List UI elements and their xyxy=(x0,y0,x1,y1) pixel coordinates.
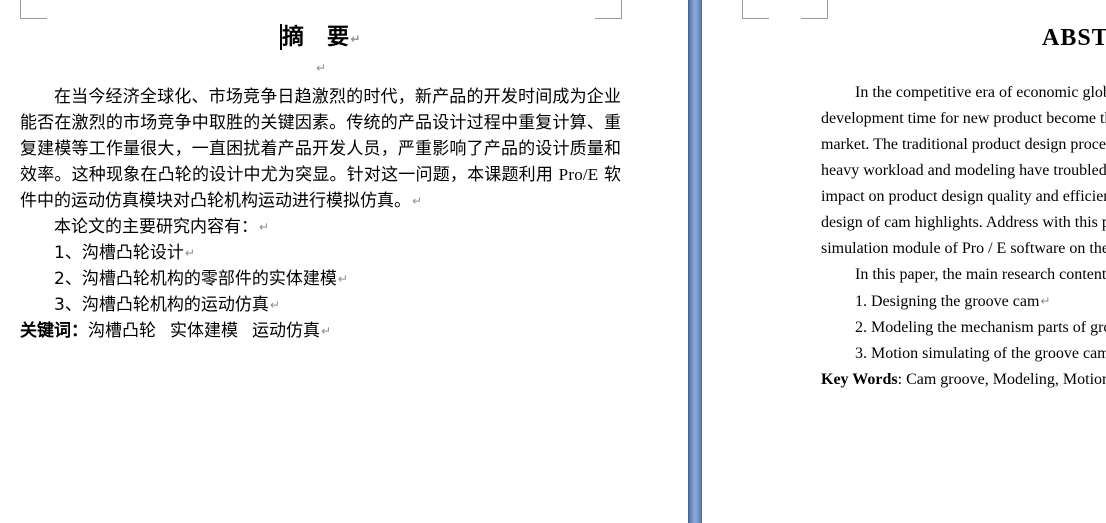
page-chinese-abstract[interactable]: 摘 要↵ ↵ 在当今经济全球化、市场竞争日趋激烈的时代，新产品的开发时间成为企业… xyxy=(0,0,688,523)
english-page-title: ABSTRACT xyxy=(1042,25,1106,51)
english-paragraph-line-5: impact on product design quality and eff… xyxy=(821,188,1106,205)
chinese-keyword-1: 沟槽凸轮 xyxy=(88,321,156,342)
paragraph-mark-icon: ↵ xyxy=(321,324,332,339)
paragraph-mark-icon: ↵ xyxy=(259,220,270,235)
chinese-paragraph-1-part-a: 在当今经济全球化、市场竞争日趋激烈的时代，新产品的开发时间成为企业能否在激烈的市… xyxy=(20,87,621,186)
english-list-item-1-text: 1. Designing the groove cam xyxy=(855,293,1040,310)
english-intro-line: In this paper, the main research content… xyxy=(855,266,1106,283)
chinese-title-text: 摘 要 xyxy=(281,25,350,50)
english-list-item-3: 3. Motion simulating of the groove cam m… xyxy=(855,345,1106,362)
chinese-keyword-2: 实体建模 xyxy=(170,321,238,342)
english-keywords-label: Key Words xyxy=(821,371,898,388)
english-paragraph-line-6: design of cam highlights. Address with t… xyxy=(821,214,1106,231)
english-paragraph-line-2: development time for new product become … xyxy=(821,110,1106,127)
paragraph-mark-icon: ↵ xyxy=(184,246,195,261)
paragraph-mark-icon: ↵ xyxy=(337,272,348,287)
chinese-list-item-2: 2、沟槽凸轮机构的零部件的实体建模↵ xyxy=(20,266,621,292)
paragraph-mark-icon: ↵ xyxy=(269,298,280,313)
chinese-keyword-3: 运动仿真 xyxy=(252,321,320,342)
english-list-item-1: 1. Designing the groove cam↵ xyxy=(821,288,1106,315)
paragraph-mark-icon: ↵ xyxy=(350,32,362,46)
chinese-list-item-1-text: 1、沟槽凸轮设计 xyxy=(54,243,184,264)
english-paragraph-line-4: heavy workload and modeling have trouble… xyxy=(821,162,1106,179)
paragraph-mark-icon: ↵ xyxy=(1040,294,1051,308)
chinese-paragraph-1-latin-term: Pro/E xyxy=(558,165,599,185)
document-viewport[interactable]: 摘 要↵ ↵ 在当今经济全球化、市场竞争日趋激烈的时代，新产品的开发时间成为企业… xyxy=(0,0,1106,523)
chinese-list-item-3-text: 3、沟槽凸轮机构的运动仿真 xyxy=(54,295,269,316)
chinese-intro-line: 本论文的主要研究内容有：↵ xyxy=(20,214,621,240)
english-paragraph-line-1: In the competitive era of economic globa… xyxy=(855,84,1106,101)
chinese-page-title: 摘 要↵ xyxy=(20,24,621,51)
english-keywords-text: Cam groove, Modeling, Motion simulation xyxy=(906,371,1106,388)
chinese-abstract-body[interactable]: 摘 要↵ ↵ 在当今经济全球化、市场竞争日趋激烈的时代，新产品的开发时间成为企业… xyxy=(20,0,621,344)
chinese-keywords-line: 关键词：沟槽凸轮 实体建模 运动仿真↵ xyxy=(20,318,621,344)
english-paragraph-line-7: simulation module of Pro / E software on… xyxy=(821,240,1106,257)
paragraph-mark-icon: ↵ xyxy=(315,61,327,76)
paragraph-mark-icon: ↵ xyxy=(412,194,423,209)
english-abstract-body[interactable]: ABSTRACT In the competitive era of econo… xyxy=(702,0,1106,388)
chinese-keywords-label: 关键词： xyxy=(20,321,88,342)
english-keywords-separator: : xyxy=(897,371,907,388)
empty-paragraph-row: ↵ xyxy=(20,58,621,76)
english-text-block: In the competitive era of economic globa… xyxy=(821,80,1106,393)
chinese-list-item-3: 3、沟槽凸轮机构的运动仿真↵ xyxy=(20,292,621,318)
english-keywords-line: Key Words: Cam groove, Modeling, Motion … xyxy=(821,367,1106,393)
chinese-intro-text: 本论文的主要研究内容有： xyxy=(54,217,258,238)
page-english-abstract[interactable]: ABSTRACT In the competitive era of econo… xyxy=(702,0,1106,523)
chinese-list-item-2-text: 2、沟槽凸轮机构的零部件的实体建模 xyxy=(54,269,337,290)
english-paragraph-line-3: market. The traditional product design p… xyxy=(821,136,1106,153)
page-separator-bar xyxy=(688,0,702,523)
english-list-item-2: 2. Modeling the mechanism parts of groov… xyxy=(855,319,1106,336)
chinese-paragraph-1: 在当今经济全球化、市场竞争日趋激烈的时代，新产品的开发时间成为企业能否在激烈的市… xyxy=(20,84,621,214)
chinese-list-item-1: 1、沟槽凸轮设计↵ xyxy=(20,240,621,266)
